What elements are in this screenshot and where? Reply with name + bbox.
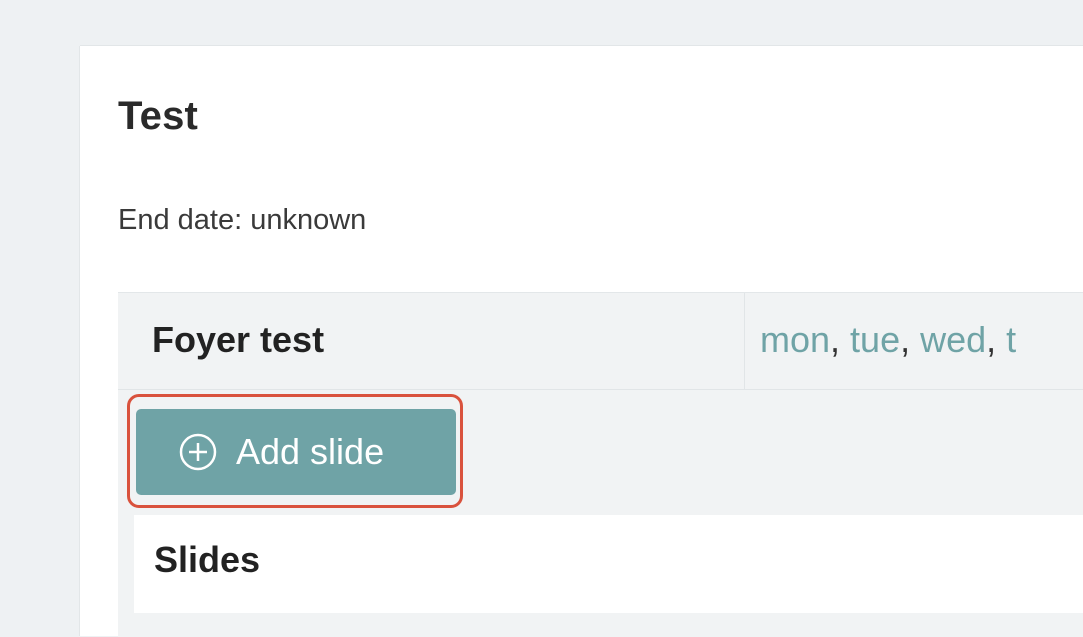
day-link-wed[interactable]: wed (920, 319, 986, 360)
day-link-tue[interactable]: tue (850, 319, 900, 360)
day-link-mon[interactable]: mon (760, 319, 830, 360)
day-separator: , (986, 319, 1007, 360)
campaign-card: Test End date: unknown Foyer test mon, t… (80, 46, 1083, 637)
page-title: Test (118, 94, 199, 138)
add-slide-button[interactable]: Add slide (136, 409, 456, 495)
schedule-name: Foyer test (152, 319, 325, 360)
schedule-days: mon, tue, wed, t (760, 319, 1016, 361)
day-link-thu[interactable]: t (1006, 319, 1016, 360)
schedule-section: Foyer test mon, tue, wed, t Add slide Sl… (118, 292, 1083, 637)
plus-circle-icon (179, 433, 217, 471)
end-date-text: End date: unknown (118, 204, 367, 236)
slides-heading: Slides (154, 539, 261, 580)
column-divider (744, 293, 745, 389)
day-separator: , (900, 319, 921, 360)
day-separator: , (830, 319, 851, 360)
add-slide-highlight: Add slide (127, 394, 463, 508)
slides-panel: Slides (134, 515, 1083, 613)
schedule-header: Foyer test mon, tue, wed, t (118, 293, 1083, 390)
add-slide-label: Add slide (236, 431, 385, 472)
